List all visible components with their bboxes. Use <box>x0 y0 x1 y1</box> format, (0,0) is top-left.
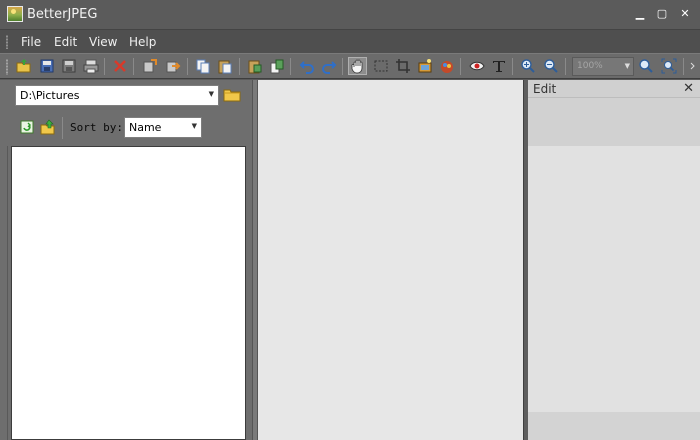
parent-folder-icon[interactable] <box>38 118 57 136</box>
path-bar: D:\Pictures ▼ <box>7 80 252 114</box>
undo-icon[interactable] <box>297 57 316 75</box>
title-bar: BetterJPEG ▁ ▢ ✕ <box>0 0 700 29</box>
red-eye-icon[interactable] <box>467 57 486 75</box>
open-icon[interactable] <box>14 57 33 75</box>
sort-combo[interactable]: Name ▼ <box>124 117 202 138</box>
hand-tool-icon[interactable] <box>348 57 367 75</box>
sort-value: Name <box>129 121 162 134</box>
edit-panel-close-icon[interactable]: ✕ <box>683 81 694 96</box>
file-list[interactable] <box>11 146 246 440</box>
menu-file[interactable]: File <box>21 35 41 49</box>
menu-bar: File Edit View Help <box>0 29 700 53</box>
paste-special-icon[interactable] <box>245 57 264 75</box>
save-icon[interactable] <box>37 57 56 75</box>
menu-view[interactable]: View <box>89 35 117 49</box>
toolbar-overflow-icon[interactable] <box>687 57 699 75</box>
edit-panel-body <box>528 146 700 412</box>
delete-icon[interactable] <box>110 57 129 75</box>
auto-fix-icon[interactable] <box>415 57 434 75</box>
app-icon <box>7 6 23 22</box>
sort-label: Sort by: <box>70 121 123 134</box>
menu-help[interactable]: Help <box>129 35 156 49</box>
edit-panel: Edit ✕ <box>528 80 700 440</box>
edit-panel-tools <box>528 98 700 146</box>
copy-file-icon[interactable] <box>140 57 159 75</box>
zoom-actual-icon[interactable] <box>659 57 678 75</box>
refresh-icon[interactable] <box>17 118 36 136</box>
text-icon[interactable] <box>489 57 508 75</box>
zoom-select[interactable]: 100% ▼ <box>572 57 634 76</box>
minimize-button[interactable]: ▁ <box>632 6 648 22</box>
paste-new-icon[interactable] <box>267 57 286 75</box>
redo-icon[interactable] <box>319 57 338 75</box>
zoom-in-icon[interactable] <box>518 57 537 75</box>
menu-grip-icon[interactable] <box>6 35 8 49</box>
image-canvas[interactable] <box>258 80 523 440</box>
chevron-down-icon: ▼ <box>208 90 214 98</box>
toolbar-grip-icon[interactable] <box>6 59 8 75</box>
select-rect-icon[interactable] <box>371 57 390 75</box>
color-icon[interactable] <box>437 57 456 75</box>
save-as-icon[interactable] <box>59 57 78 75</box>
window-title: BetterJPEG <box>27 7 98 22</box>
crop-icon[interactable] <box>393 57 412 75</box>
file-browser-panel: D:\Pictures ▼ Sort by: Name ▼ <box>0 80 252 440</box>
copy-icon[interactable] <box>193 57 212 75</box>
zoom-out-icon[interactable] <box>541 57 560 75</box>
close-button[interactable]: ✕ <box>677 6 693 22</box>
move-file-icon[interactable] <box>163 57 182 75</box>
zoom-value: 100% <box>577 61 603 71</box>
paste-icon[interactable] <box>215 57 234 75</box>
menu-edit[interactable]: Edit <box>54 35 77 49</box>
edit-panel-footer <box>528 412 700 440</box>
maximize-button[interactable]: ▢ <box>654 6 670 22</box>
sort-bar: Sort by: Name ▼ <box>7 114 252 146</box>
main-toolbar: 100% ▼ <box>0 53 700 79</box>
chevron-down-icon: ▼ <box>624 62 630 70</box>
edit-panel-header: Edit ✕ <box>528 80 700 98</box>
zoom-fit-icon[interactable] <box>636 57 655 75</box>
chevron-down-icon: ▼ <box>191 122 197 130</box>
edit-panel-title: Edit <box>533 82 557 96</box>
browse-folder-icon[interactable] <box>223 85 243 105</box>
path-value: D:\Pictures <box>20 89 80 102</box>
path-combo[interactable]: D:\Pictures ▼ <box>15 85 219 106</box>
print-icon[interactable] <box>81 57 100 75</box>
